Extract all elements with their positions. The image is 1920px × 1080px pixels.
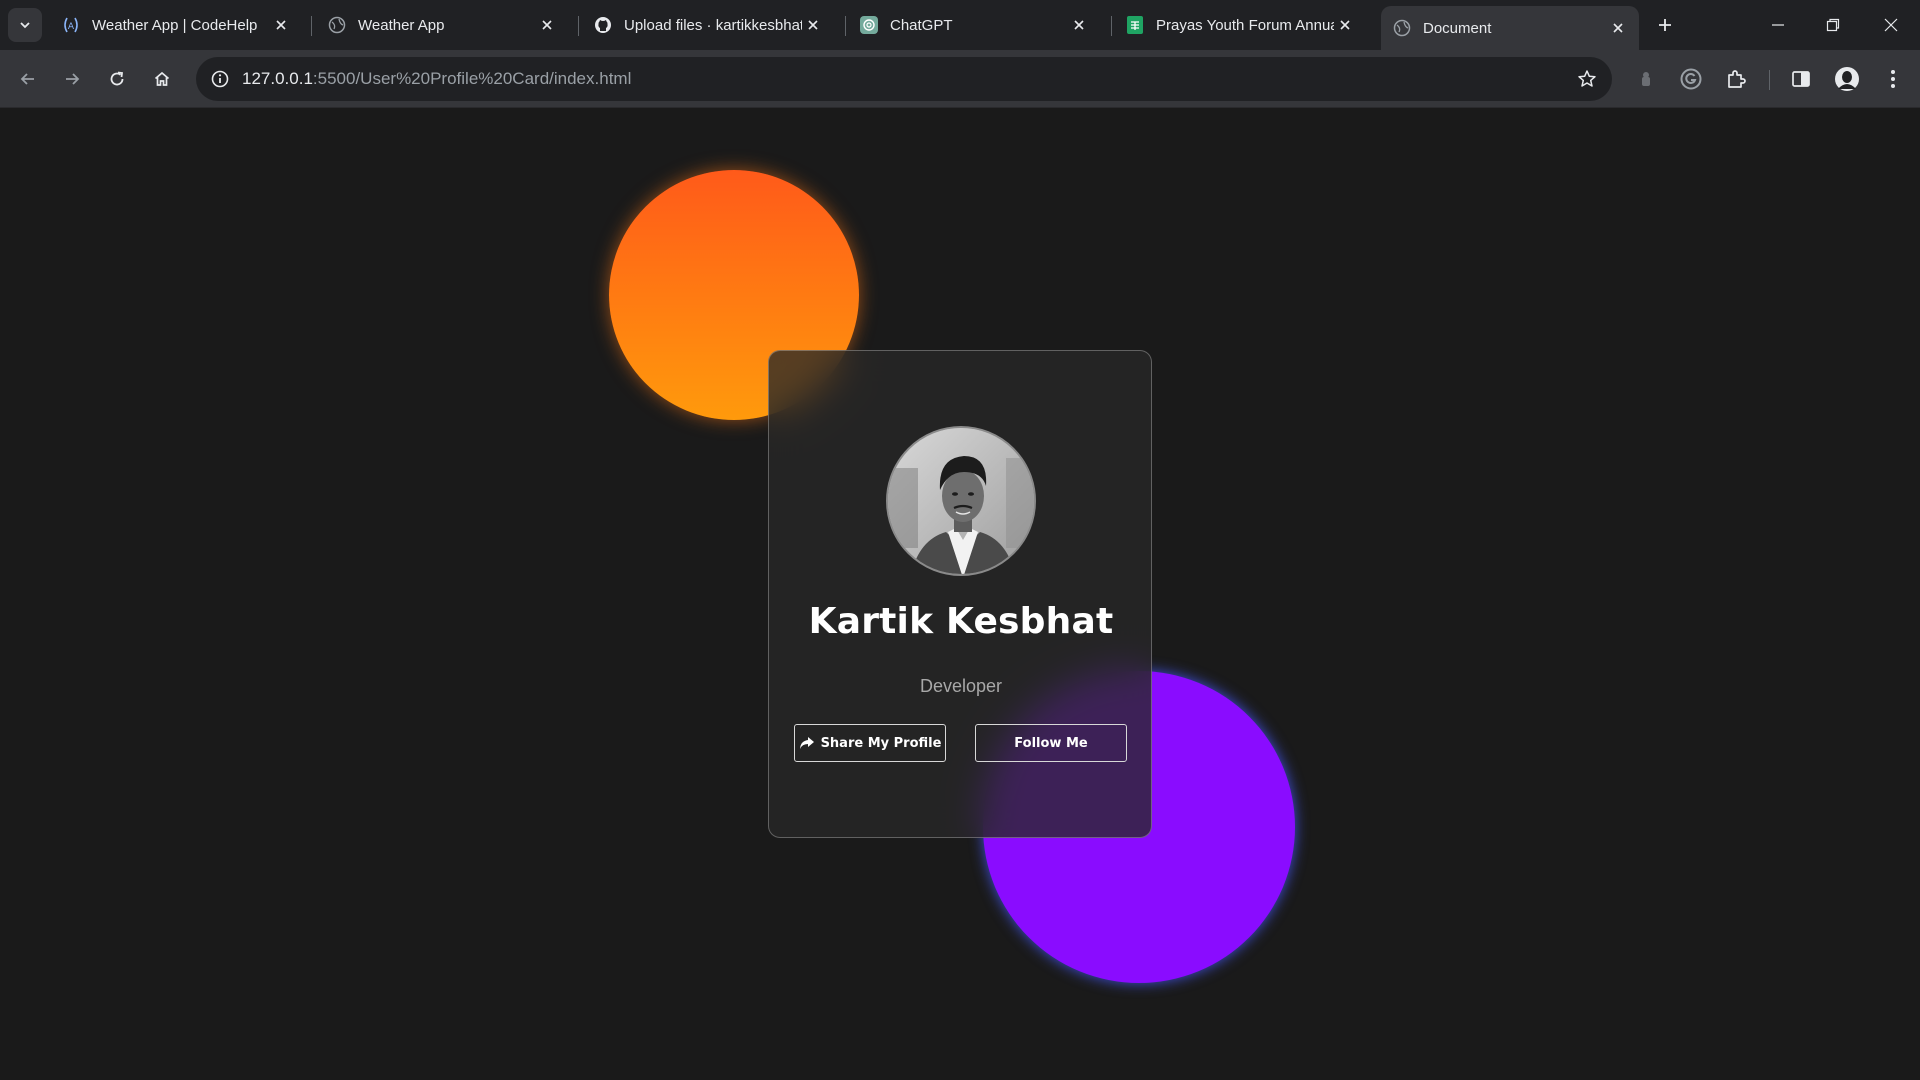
tab-prayas-sheet[interactable]: Prayas Youth Forum Annual	[1114, 8, 1366, 42]
forward-button[interactable]	[54, 61, 90, 97]
restore-icon	[1826, 18, 1840, 32]
close-icon[interactable]	[802, 14, 824, 36]
extensions-puzzle-icon[interactable]	[1720, 63, 1752, 95]
chatgpt-icon	[860, 16, 878, 34]
globe-icon	[328, 16, 346, 34]
profile-role: Developer	[919, 676, 1003, 696]
back-button[interactable]	[10, 61, 46, 97]
share-icon	[799, 737, 814, 749]
profile-name: Kartik Kesbhat	[808, 601, 1114, 642]
site-info-icon[interactable]	[206, 65, 234, 93]
follow-label: Follow Me	[1014, 735, 1088, 751]
tab-title: ChatGPT	[890, 16, 953, 34]
tab-github-upload[interactable]: Upload files · kartikkesbhat	[582, 8, 834, 42]
tab-title: Document	[1423, 19, 1492, 37]
menu-dots-icon[interactable]	[1877, 63, 1909, 95]
extension-dim-icon[interactable]	[1630, 63, 1662, 95]
url-text[interactable]: 127.0.0.1:5500/User%20Profile%20Card/ind…	[242, 69, 631, 89]
tab-title: Upload files · kartikkesbhat	[624, 16, 802, 34]
profile-card: Kartik Kesbhat Developer Share My Profil…	[768, 350, 1152, 838]
tab-title: Weather App | CodeHelp	[92, 16, 258, 34]
tab-weather-codehelp[interactable]: A Weather App | CodeHelp	[50, 8, 302, 42]
svg-text:A: A	[68, 22, 75, 32]
close-icon[interactable]	[270, 14, 292, 36]
tab-chatgpt[interactable]: ChatGPT	[848, 8, 1100, 42]
github-icon	[594, 16, 612, 34]
profile-avatar	[886, 426, 1036, 576]
window-close-button[interactable]	[1869, 8, 1913, 42]
codehelp-icon: A	[62, 16, 80, 34]
profile-avatar-icon[interactable]	[1831, 63, 1863, 95]
arrow-left-icon	[20, 73, 34, 85]
tab-weather-app[interactable]: Weather App	[316, 8, 568, 42]
close-icon[interactable]	[1068, 14, 1090, 36]
grammarly-icon[interactable]	[1675, 63, 1707, 95]
close-icon[interactable]	[1607, 17, 1629, 39]
follow-button[interactable]: Follow Me	[975, 724, 1127, 762]
restore-button[interactable]	[1811, 8, 1855, 42]
address-bar[interactable]: 127.0.0.1:5500/User%20Profile%20Card/ind…	[196, 57, 1612, 101]
tab-document-active[interactable]: Document	[1381, 6, 1639, 50]
reload-icon	[110, 71, 124, 86]
globe-icon	[1393, 19, 1411, 37]
home-icon	[154, 71, 170, 86]
url-path: :5500/User%20Profile%20Card/index.html	[312, 69, 632, 88]
close-icon[interactable]	[536, 14, 558, 36]
chevron-down-icon	[20, 22, 30, 29]
share-profile-button[interactable]: Share My Profile	[794, 724, 946, 762]
reload-button[interactable]	[99, 61, 135, 97]
minimize-button[interactable]	[1756, 8, 1800, 42]
minimize-icon	[1772, 24, 1784, 26]
tab-title: Prayas Youth Forum Annual	[1156, 16, 1334, 34]
close-icon[interactable]	[1334, 14, 1356, 36]
bookmark-star-icon[interactable]	[1574, 66, 1600, 92]
tab-strip: A Weather App | CodeHelp Weather App Upl…	[0, 0, 1920, 50]
url-host: 127.0.0.1	[242, 69, 313, 88]
plus-icon	[1659, 19, 1671, 31]
tab-title: Weather App	[358, 16, 445, 34]
arrow-right-icon	[66, 73, 80, 85]
new-tab-button[interactable]	[1651, 11, 1679, 39]
side-panel-icon[interactable]	[1785, 63, 1817, 95]
tab-search-button[interactable]	[8, 8, 42, 42]
close-icon	[1884, 18, 1898, 32]
sheets-icon	[1126, 16, 1144, 34]
share-profile-label: Share My Profile	[820, 735, 942, 751]
home-button[interactable]	[144, 61, 180, 97]
browser-toolbar: 127.0.0.1:5500/User%20Profile%20Card/ind…	[0, 50, 1920, 108]
page-viewport: Kartik Kesbhat Developer Share My Profil…	[0, 109, 1920, 1080]
